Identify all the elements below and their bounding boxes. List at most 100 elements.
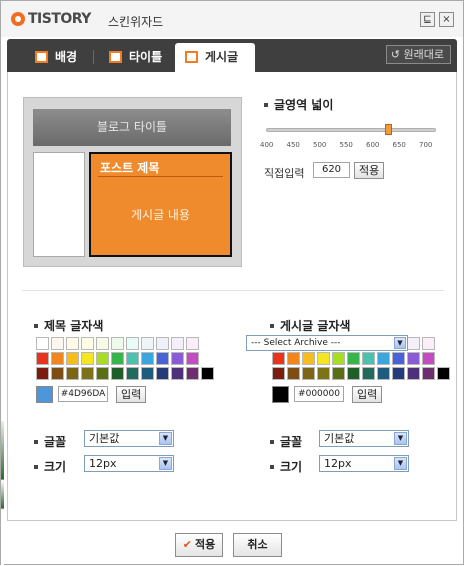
tab-post[interactable]: 게시글 (175, 43, 255, 72)
color-swatch[interactable] (171, 367, 184, 380)
color-swatch[interactable] (317, 367, 330, 380)
post-font-select[interactable]: 기본값 ▼ (319, 430, 409, 447)
color-swatch[interactable] (156, 367, 169, 380)
color-swatch[interactable] (111, 352, 124, 365)
preview-post-divider (98, 176, 223, 177)
content-width-slider-thumb[interactable] (384, 124, 392, 135)
color-swatch[interactable] (36, 367, 49, 380)
archive-select-value: --- Select Archive --- (251, 338, 341, 348)
color-swatch[interactable] (111, 337, 124, 350)
tab-separator (93, 50, 94, 64)
color-swatch[interactable] (171, 352, 184, 365)
pin-icon[interactable]: ⊑ (420, 12, 435, 27)
color-swatch[interactable] (156, 337, 169, 350)
preview-post-body: 게시글 내용 (130, 208, 190, 222)
preview-sidebar (33, 152, 85, 257)
color-swatch[interactable] (392, 352, 405, 365)
color-swatch[interactable] (126, 367, 139, 380)
color-swatch[interactable] (141, 337, 154, 350)
color-swatch[interactable] (186, 352, 199, 365)
tab-background[interactable]: 배경 (25, 43, 87, 72)
title-color-hex-input[interactable]: #4D96DA (58, 386, 108, 402)
post-color-input-button[interactable]: 입력 (352, 386, 383, 403)
color-swatch[interactable] (347, 367, 360, 380)
apply-button[interactable]: ✔ 적용 (175, 533, 223, 557)
color-swatch[interactable] (96, 337, 109, 350)
color-swatch[interactable] (126, 337, 139, 350)
post-color-hex-input[interactable]: #000000 (294, 386, 344, 402)
color-swatch[interactable] (81, 367, 94, 380)
restore-default-button[interactable]: ↺ 원래대로 (385, 45, 451, 64)
post-size-select[interactable]: 12px ▼ (319, 455, 409, 472)
color-swatch[interactable] (186, 337, 199, 350)
color-swatch[interactable] (407, 337, 420, 350)
color-swatch[interactable] (287, 367, 300, 380)
color-swatch[interactable] (111, 367, 124, 380)
color-swatch[interactable] (332, 352, 345, 365)
content-width-slider[interactable] (266, 124, 436, 135)
color-swatch[interactable] (377, 352, 390, 365)
tab-bar: 배경 타이틀 게시글 ↺ 원래대로 (7, 39, 457, 72)
color-swatch[interactable] (362, 367, 375, 380)
title-color-palette (36, 337, 214, 383)
color-swatch[interactable] (422, 367, 435, 380)
title-font-select[interactable]: 기본값 ▼ (84, 430, 174, 447)
color-swatch[interactable] (51, 337, 64, 350)
color-swatch[interactable] (141, 367, 154, 380)
color-swatch[interactable] (332, 367, 345, 380)
color-swatch[interactable] (186, 367, 199, 380)
color-swatch[interactable] (66, 367, 79, 380)
color-swatch[interactable] (422, 337, 435, 350)
color-swatch[interactable] (66, 337, 79, 350)
color-swatch[interactable] (36, 337, 49, 350)
color-swatch[interactable] (377, 367, 390, 380)
color-swatch[interactable] (407, 367, 420, 380)
color-swatch[interactable] (407, 352, 420, 365)
color-swatch[interactable] (272, 367, 285, 380)
slider-tick-label: 500 (313, 141, 327, 149)
color-swatch[interactable] (302, 352, 315, 365)
color-swatch[interactable] (66, 352, 79, 365)
direct-input-label: 직접입력 (264, 167, 305, 180)
title-size-select[interactable]: 12px ▼ (84, 455, 174, 472)
slider-tick-label: 700 (419, 141, 433, 149)
color-swatch[interactable] (96, 352, 109, 365)
slider-tick-label: 550 (339, 141, 353, 149)
color-swatch[interactable] (362, 352, 375, 365)
color-swatch[interactable] (81, 352, 94, 365)
color-swatch[interactable] (171, 337, 184, 350)
color-swatch[interactable] (156, 352, 169, 365)
title-color-heading: 제목 글자색 (34, 317, 103, 334)
close-icon[interactable]: × (439, 12, 454, 27)
cancel-button[interactable]: 취소 (233, 533, 282, 557)
color-swatch[interactable] (201, 367, 214, 380)
color-swatch[interactable] (36, 352, 49, 365)
color-swatch[interactable] (392, 367, 405, 380)
color-swatch[interactable] (126, 352, 139, 365)
color-swatch[interactable] (51, 352, 64, 365)
tab-title[interactable]: 타이틀 (99, 43, 172, 72)
color-swatch[interactable] (302, 367, 315, 380)
color-swatch[interactable] (81, 337, 94, 350)
title-font-label: 글꼴 (34, 433, 66, 450)
preview-post-title: 포스트 제목 (100, 161, 160, 175)
background-edge (1, 421, 4, 566)
color-swatch[interactable] (272, 352, 285, 365)
color-swatch[interactable] (317, 352, 330, 365)
post-color-heading: 게시글 글자색 (270, 317, 350, 334)
color-swatch[interactable] (51, 367, 64, 380)
tistory-logo-icon (11, 12, 25, 26)
color-swatch[interactable] (422, 352, 435, 365)
color-swatch[interactable] (287, 352, 300, 365)
archive-select[interactable]: --- Select Archive --- ▼ (246, 335, 408, 351)
preview-blog-title: 블로그 타이틀 (33, 109, 231, 146)
restore-default-label: 원래대로 (403, 48, 444, 61)
content-width-input[interactable]: 620 (313, 162, 350, 178)
color-swatch[interactable] (347, 352, 360, 365)
apply-width-button[interactable]: 적용 (354, 162, 385, 179)
title-font-value: 기본값 (89, 432, 120, 445)
title-color-input-button[interactable]: 입력 (116, 386, 147, 403)
color-swatch[interactable] (141, 352, 154, 365)
color-swatch[interactable] (96, 367, 109, 380)
color-swatch[interactable] (437, 367, 450, 380)
